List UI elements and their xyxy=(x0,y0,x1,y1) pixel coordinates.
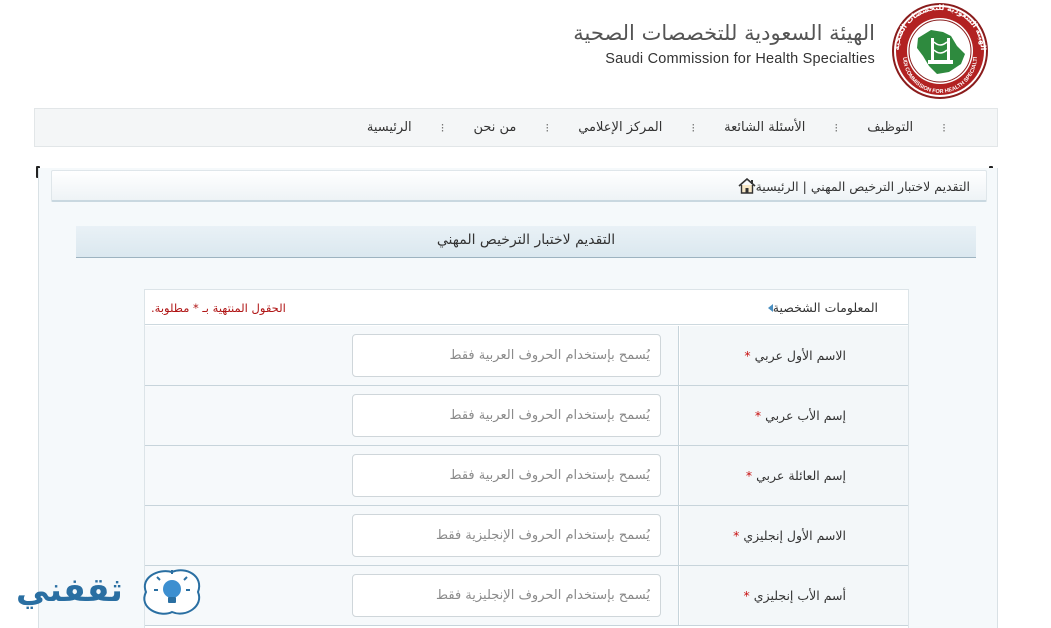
father-name-english-label: أسم الأب إنجليزي xyxy=(753,588,846,603)
nav-separator: ⁝ xyxy=(440,120,445,135)
content-frame: الرئيسية | التقديم لاختبار الترخيص المهن… xyxy=(38,168,998,628)
nav-item-home[interactable]: الرئيسية xyxy=(365,120,414,135)
breadcrumb-home[interactable]: الرئيسية xyxy=(756,179,799,194)
father-name-arabic-input[interactable] xyxy=(352,394,661,437)
required-fields-note: الحقول المنتهية بـ * مطلوبة. xyxy=(151,301,286,315)
first-name-english-input[interactable] xyxy=(352,514,661,557)
brand-block: الهيئة السعودية للتخصصات الصحية Saudi Co… xyxy=(573,18,875,70)
nav-item-faq[interactable]: الأسئلة الشائعة xyxy=(722,120,807,135)
field-label: الاسم الأول إنجليزي* xyxy=(733,528,846,543)
field-cell xyxy=(145,566,679,625)
page-title-bar: التقديم لاختبار الترخيص المهني xyxy=(76,226,976,258)
main-navigation: الرئيسية ⁝ من نحن ⁝ المركز الإعلامي ⁝ ال… xyxy=(34,108,998,147)
section-title-text: المعلومات الشخصية xyxy=(772,300,878,315)
lightbulb-icon xyxy=(143,569,201,615)
required-mark: * xyxy=(744,348,751,363)
home-icon[interactable] xyxy=(738,178,756,194)
nav-separator: ⁝ xyxy=(691,120,696,135)
required-mark: * xyxy=(733,528,740,543)
nav-item-careers[interactable]: التوظيف xyxy=(865,120,915,135)
watermark-text: ثقفني xyxy=(16,570,124,609)
field-cell xyxy=(145,326,679,385)
form-row-father-name-ar: إسم الأب عربي* xyxy=(145,386,908,446)
form-row-first-name-en: الاسم الأول إنجليزي* xyxy=(145,506,908,566)
first-name-arabic-input[interactable] xyxy=(352,334,661,377)
form-row-father-name-en: أسم الأب إنجليزي* xyxy=(145,566,908,626)
family-name-arabic-input[interactable] xyxy=(352,454,661,497)
breadcrumb-separator: | xyxy=(802,178,807,194)
form-row-family-name-ar: إسم العائلة عربي* xyxy=(145,446,908,506)
nav-item-media-center[interactable]: المركز الإعلامي xyxy=(576,120,664,135)
personal-info-panel: المعلومات الشخصية الحقول المنتهية بـ * م… xyxy=(144,289,909,628)
label-cell: إسم الأب عربي* xyxy=(680,386,908,445)
brand-name-arabic: الهيئة السعودية للتخصصات الصحية xyxy=(573,21,875,45)
site-watermark: ثقفني xyxy=(14,562,206,622)
breadcrumb-current: التقديم لاختبار الترخيص المهني xyxy=(810,178,970,194)
label-cell: الاسم الأول إنجليزي* xyxy=(680,506,908,565)
label-cell: أسم الأب إنجليزي* xyxy=(680,566,908,625)
site-header: الهيئة السعودية للتخصصات الصحية SAUDI CO… xyxy=(0,0,1051,105)
breadcrumb: الرئيسية | التقديم لاختبار الترخيص المهن… xyxy=(732,178,970,194)
field-cell xyxy=(145,506,679,565)
father-name-arabic-label: إسم الأب عربي xyxy=(765,408,846,423)
first-name-arabic-label: الاسم الأول عربي xyxy=(754,348,846,363)
page-title: التقديم لاختبار الترخيص المهني xyxy=(436,232,616,248)
section-title[interactable]: المعلومات الشخصية xyxy=(762,300,878,315)
nav-separator: ⁝ xyxy=(834,120,839,135)
triangle-left-icon xyxy=(767,303,773,312)
label-cell: إسم العائلة عربي* xyxy=(680,446,908,505)
breadcrumb-bar: الرئيسية | التقديم لاختبار الترخيص المهن… xyxy=(51,170,987,202)
required-mark: * xyxy=(743,588,750,603)
required-mark: * xyxy=(754,408,762,423)
nav-separator: ⁝ xyxy=(545,120,550,135)
family-name-arabic-label: إسم العائلة عربي xyxy=(756,468,846,483)
field-label: أسم الأب إنجليزي* xyxy=(744,588,846,603)
required-mark: * xyxy=(745,468,753,483)
field-label: إسم العائلة عربي* xyxy=(746,468,846,483)
nav-separator: ⁝ xyxy=(942,120,946,135)
panel-header: المعلومات الشخصية الحقول المنتهية بـ * م… xyxy=(145,290,908,325)
field-label: إسم الأب عربي* xyxy=(755,408,846,423)
brand-name-english: Saudi Commission for Health Specialties xyxy=(605,51,875,67)
nav-item-about[interactable]: من نحن xyxy=(471,120,518,135)
field-cell xyxy=(145,446,679,505)
label-cell: الاسم الأول عربي* xyxy=(680,326,908,385)
scfhs-logo-icon[interactable]: الهيئة السعودية للتخصصات الصحية SAUDI CO… xyxy=(885,2,995,100)
field-cell xyxy=(145,386,679,445)
form-row-first-name-ar: الاسم الأول عربي* xyxy=(145,326,908,386)
first-name-english-label: الاسم الأول إنجليزي xyxy=(743,528,846,543)
father-name-english-input[interactable] xyxy=(352,574,661,617)
field-label: الاسم الأول عربي* xyxy=(744,348,846,363)
